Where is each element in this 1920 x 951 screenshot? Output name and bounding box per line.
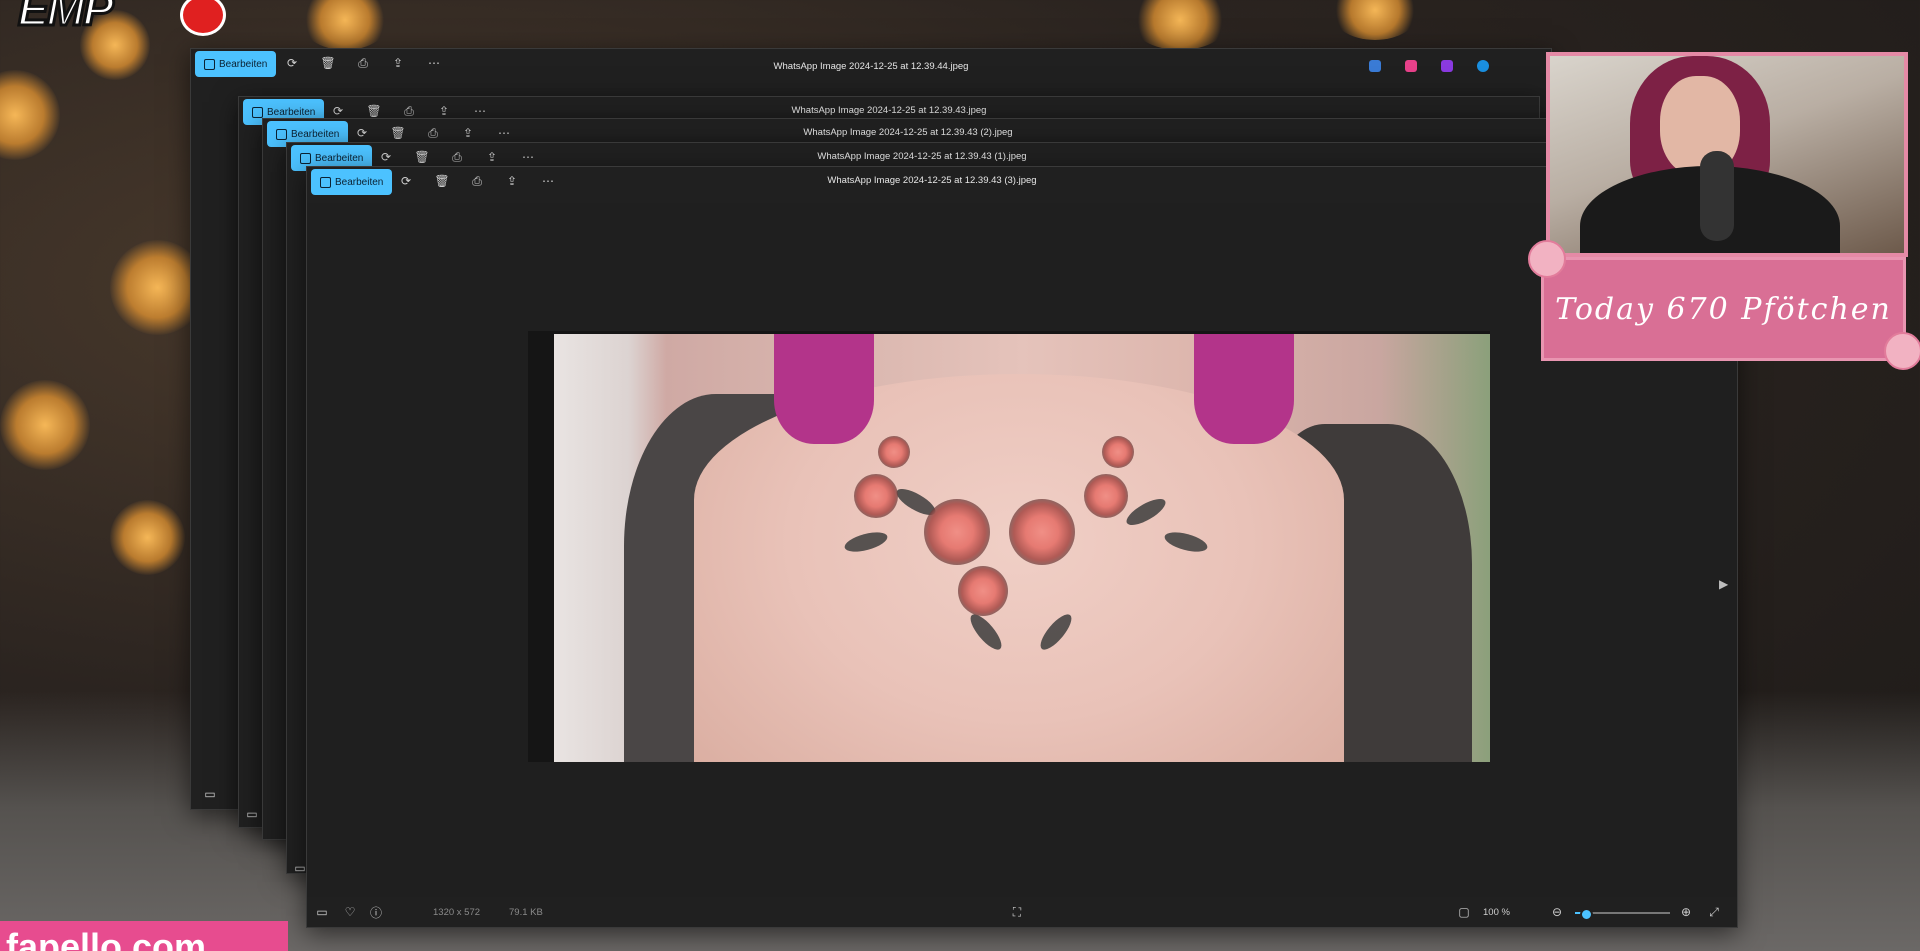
filmstrip-icon[interactable]: ▭ [293,861,307,873]
bokeh-light [1330,0,1420,40]
window-title: WhatsApp Image 2024-12-25 at 12.39.44.jp… [773,61,969,72]
fullscreen-icon[interactable]: ⤢ [1707,905,1721,919]
paw-icon [1528,240,1566,278]
filmstrip-icon[interactable]: ▭ [245,807,259,821]
filmstrip-icon[interactable]: ▭ [269,839,283,840]
filmstrip-icon[interactable]: ▭ [315,905,329,919]
bokeh-light [300,0,390,50]
window-toolbar: Bearbeiten ⟳ 🗑 ⎙ ⇪ ⋯ WhatsApp Image 2024… [263,119,1553,147]
tattoo-rose [878,436,910,468]
heart-icon[interactable]: ♡ [343,905,357,919]
next-arrow-icon[interactable]: ▶ [1719,577,1728,591]
app-icon[interactable] [1405,60,1417,72]
bokeh-light [0,380,90,470]
photo-content [554,334,1490,762]
tattoo-rose [854,474,898,518]
bokeh-light [0,70,60,160]
zoom-slider[interactable] [1575,908,1670,921]
bokeh-light [1130,0,1230,50]
window-title: WhatsApp Image 2024-12-25 at 12.39.43 (3… [827,175,1037,186]
app-icon[interactable] [1441,60,1453,72]
window-toolbar: Bearbeiten ⟳ 🗑 ⎙ ⇪ ⋯ WhatsApp Image 2024… [307,167,1737,195]
microphone [1700,151,1734,241]
app-icon[interactable] [1369,60,1381,72]
image-dimensions: 1320 x 572 [433,907,481,918]
displayed-photo [528,331,1490,762]
webcam-banner: Today 670 Pfötchen [1541,257,1906,361]
window-title: WhatsApp Image 2024-12-25 at 12.39.43.jp… [791,105,987,116]
watermark: fapello.com [0,921,288,951]
window-toolbar: Bearbeiten ⟳ 🗑 ⎙ ⇪ ⋯ WhatsApp Image 2024… [287,143,1557,171]
window-title: WhatsApp Image 2024-12-25 at 12.39.43 (2… [803,127,1013,138]
tattoo-rose [1084,474,1128,518]
window-title: WhatsApp Image 2024-12-25 at 12.39.43 (1… [817,151,1027,162]
status-bar: ▭ ♡ ⓘ 1320 x 572 79.1 KB ⛶ ▢ 100 % ⊖ ⊕ ⤢ [307,897,1737,927]
zoom-in-icon[interactable]: ⊕ [1679,905,1693,919]
file-size: 79.1 KB [509,907,543,918]
fit-screen-icon[interactable]: ▢ [1457,905,1471,919]
webcam-overlay [1546,52,1908,257]
photo-shape [1194,334,1294,444]
photo-shape [774,334,874,444]
zoom-out-icon[interactable]: ⊖ [1550,905,1564,919]
cursor-hand-icon [180,0,226,36]
tattoo-rose [924,499,990,565]
zoom-level[interactable]: 100 % [1483,907,1510,918]
info-icon[interactable]: ⓘ [369,905,383,920]
bokeh-light [110,500,185,575]
window-toolbar: Bearbeiten ⟳ 🗑 ⎙ ⇪ ⋯ WhatsApp Image 2024… [191,49,1551,77]
filmstrip-icon[interactable]: ▭ [203,787,217,801]
tattoo-rose [1102,436,1134,468]
tattoo-rose [1009,499,1075,565]
onedrive-icon[interactable] [1477,60,1489,72]
paw-icon [1884,332,1920,370]
fit-screen-icon[interactable]: ⛶ [1010,905,1024,919]
tattoo-rose [958,566,1008,616]
zoom-slider-knob[interactable] [1580,908,1594,921]
